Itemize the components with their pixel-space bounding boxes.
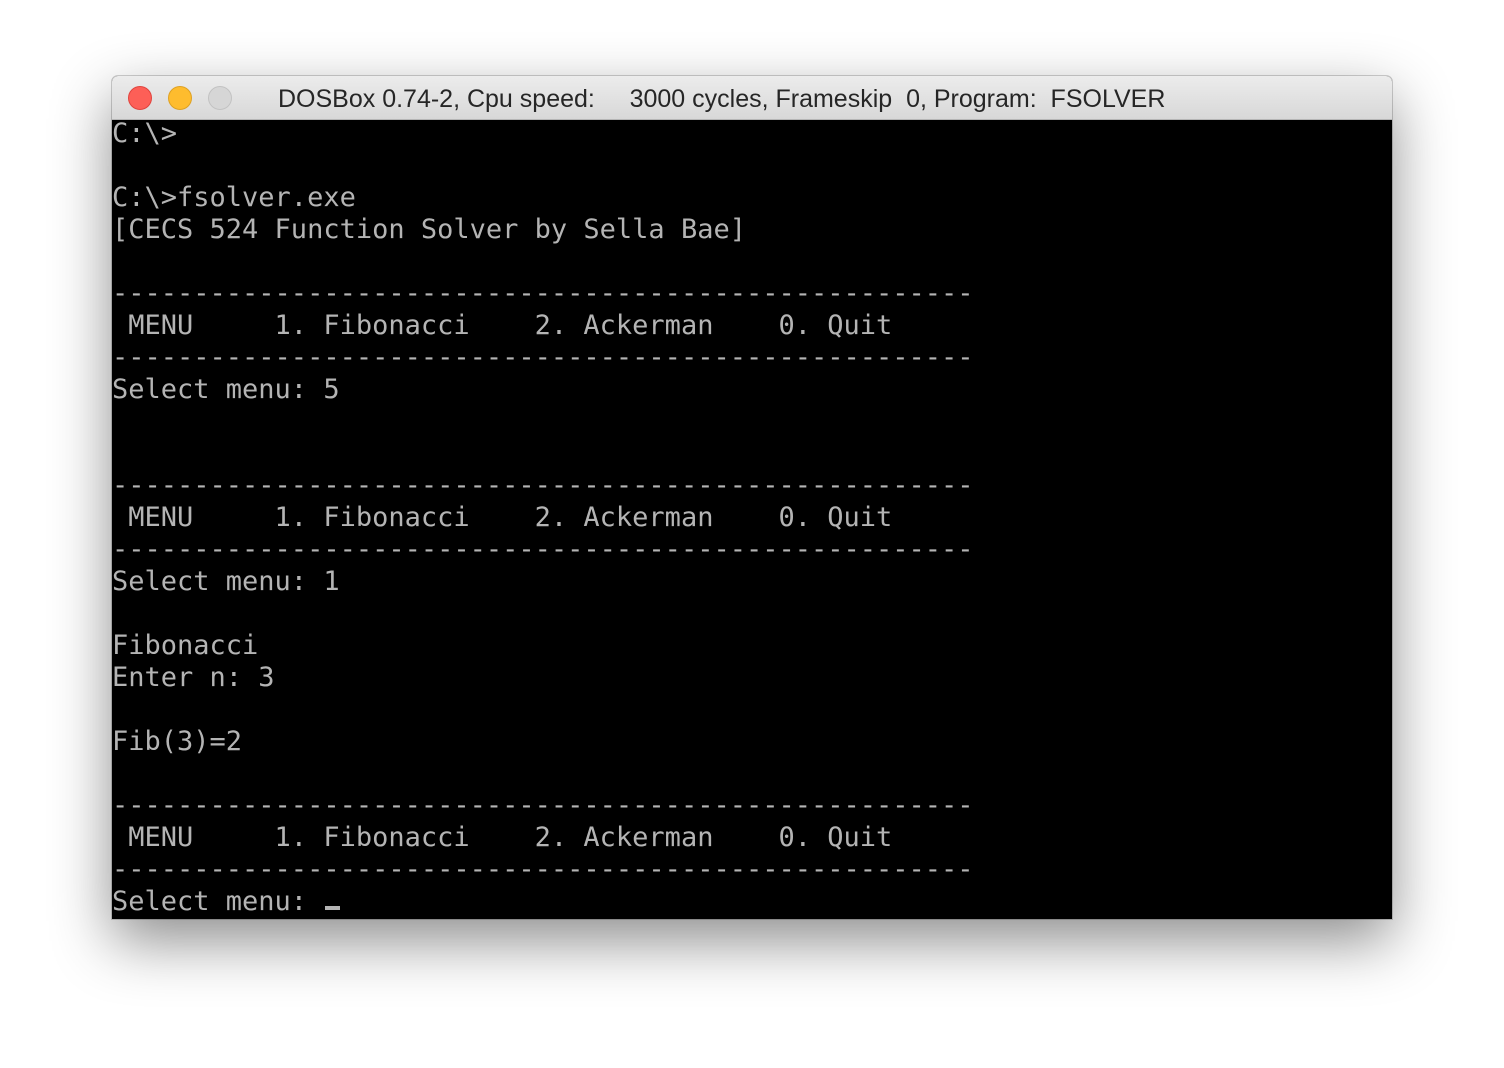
terminal-line: MENU 1. Fibonacci 2. Ackerman 0. Quit xyxy=(112,502,893,533)
terminal-line: Enter n: 3 xyxy=(112,662,275,693)
terminal-line: MENU 1. Fibonacci 2. Ackerman 0. Quit xyxy=(112,822,893,853)
minimize-button[interactable] xyxy=(168,86,192,110)
title-bar[interactable]: DOSBox 0.74-2, Cpu speed: 3000 cycles, F… xyxy=(112,76,1392,120)
terminal-line: ----------------------------------------… xyxy=(112,854,974,885)
prompt-text: Select menu: xyxy=(112,886,324,917)
terminal-line: ----------------------------------------… xyxy=(112,534,974,565)
dosbox-window: DOSBox 0.74-2, Cpu speed: 3000 cycles, F… xyxy=(112,76,1392,919)
dos-screen[interactable]: C:\> C:\>fsolver.exe [CECS 524 Function So… xyxy=(112,120,1392,919)
terminal-line: [CECS 524 Function Solver by Sella Bae] xyxy=(112,214,746,245)
terminal-line: Fib(3)=2 xyxy=(112,726,243,757)
terminal-line: ----------------------------------------… xyxy=(112,790,974,821)
terminal-line: ----------------------------------------… xyxy=(112,470,974,501)
terminal-line: C:\>fsolver.exe xyxy=(112,182,356,213)
terminal-line: Select menu: 1 xyxy=(112,566,340,597)
terminal-line: MENU 1. Fibonacci 2. Ackerman 0. Quit xyxy=(112,310,893,341)
terminal-line: ----------------------------------------… xyxy=(112,278,974,309)
terminal-line: Fibonacci xyxy=(112,630,259,661)
zoom-button[interactable] xyxy=(208,86,232,110)
terminal-line: C:\> xyxy=(112,120,178,149)
terminal-line: Select menu: 5 xyxy=(112,374,340,405)
window-title: DOSBox 0.74-2, Cpu speed: 3000 cycles, F… xyxy=(278,85,1166,113)
command-prompt-line[interactable]: Select menu: xyxy=(112,886,974,918)
close-button[interactable] xyxy=(128,86,152,110)
terminal-line: ----------------------------------------… xyxy=(112,342,974,373)
text-cursor xyxy=(325,906,341,910)
terminal-output: C:\> C:\>fsolver.exe [CECS 524 Function So… xyxy=(112,120,974,918)
